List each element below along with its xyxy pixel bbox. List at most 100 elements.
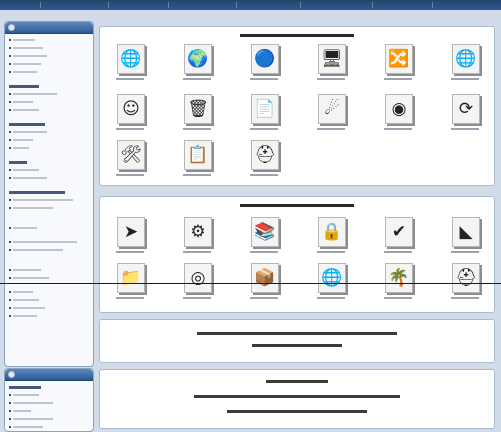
colored-balls-icon[interactable]: 🔵 bbox=[251, 44, 279, 74]
gear-star-icon[interactable]: ⚙ bbox=[184, 217, 212, 247]
module-tile[interactable]: ➤ bbox=[110, 217, 150, 261]
module-tile[interactable]: ⛑ bbox=[244, 140, 284, 184]
top-bar-divider bbox=[168, 2, 169, 8]
module-tile[interactable]: 📦 bbox=[244, 263, 284, 307]
sidebar-link[interactable] bbox=[9, 424, 89, 430]
sidebar-link[interactable] bbox=[9, 107, 89, 113]
sidebar-link[interactable] bbox=[9, 167, 89, 173]
module-tile[interactable]: 🌴 bbox=[378, 263, 418, 307]
smiley-icon[interactable]: ☺ bbox=[117, 94, 145, 124]
sidebar-heading bbox=[9, 189, 89, 195]
sidebar-link[interactable] bbox=[9, 247, 89, 253]
sidebar-link[interactable] bbox=[9, 289, 89, 295]
sidebar-link[interactable] bbox=[9, 175, 89, 181]
module-tile[interactable]: 🔒 bbox=[311, 217, 351, 261]
module-tile[interactable]: 📄 bbox=[244, 94, 284, 138]
sidebar-link[interactable] bbox=[9, 408, 89, 414]
module-tile[interactable]: 🔀 bbox=[378, 44, 418, 88]
dark-helmet-icon[interactable]: ⛑ bbox=[452, 263, 480, 293]
module-tile[interactable]: 🌐 bbox=[110, 44, 150, 88]
sidebar-link[interactable] bbox=[9, 267, 89, 273]
chart-check-icon[interactable]: ✔ bbox=[385, 217, 413, 247]
sidebar-text-placeholder bbox=[13, 109, 39, 111]
sidebar-link[interactable] bbox=[9, 205, 89, 211]
folder-icon[interactable]: 📁 bbox=[117, 263, 145, 293]
network-icon[interactable]: 🔀 bbox=[385, 44, 413, 74]
module-tile[interactable]: ⚙ bbox=[177, 217, 217, 261]
module-tile[interactable]: ☄ bbox=[311, 94, 351, 138]
module-tile[interactable]: 🗑 bbox=[177, 94, 217, 138]
sidebar-link[interactable] bbox=[9, 99, 89, 105]
module-label-placeholder bbox=[384, 78, 412, 80]
lock-users-icon[interactable]: 🔒 bbox=[318, 217, 346, 247]
palm-tree-icon[interactable]: 🌴 bbox=[385, 263, 413, 293]
module-label-placeholder bbox=[116, 297, 144, 299]
module-tile[interactable]: 📋 bbox=[177, 140, 217, 184]
sidebar-link[interactable] bbox=[9, 297, 89, 303]
arrow-box-icon[interactable]: ➤ bbox=[117, 217, 145, 247]
sidebar-text-placeholder bbox=[13, 207, 53, 209]
sidebar-link[interactable] bbox=[9, 416, 89, 422]
sidebar-link[interactable] bbox=[9, 392, 89, 398]
tools-icon[interactable]: 🛠 bbox=[117, 140, 145, 170]
module-tile[interactable]: 🔵 bbox=[244, 44, 284, 88]
web-page-icon[interactable]: 📄 bbox=[251, 94, 279, 124]
sidebar-link[interactable] bbox=[9, 313, 89, 319]
sidebar-text-placeholder bbox=[13, 291, 33, 293]
sidebar-link[interactable] bbox=[9, 400, 89, 406]
module-tile[interactable]: 🌐 bbox=[445, 44, 485, 88]
sidebar-link[interactable] bbox=[9, 53, 89, 59]
sidebar-link[interactable] bbox=[9, 37, 89, 43]
notepad-icon[interactable]: 📋 bbox=[184, 140, 212, 170]
sidebar-link[interactable] bbox=[9, 91, 89, 97]
globe-disc-icon[interactable]: ◎ bbox=[184, 263, 212, 293]
corner-chart-icon[interactable]: ◣ bbox=[452, 217, 480, 247]
sidebar-link[interactable] bbox=[9, 225, 89, 231]
administration-panel: 🌐 🌍 🔵 🖥 🔀 🌐 ☺ 🗑 📄 ☄ ◉ ⟳ 🛠 📋 ⛑ bbox=[99, 26, 495, 186]
network-globe-icon[interactable]: 🌐 bbox=[318, 263, 346, 293]
sidebar-text-placeholder bbox=[13, 402, 53, 404]
sidebar-text-placeholder bbox=[13, 71, 37, 73]
sidebar-link[interactable] bbox=[9, 145, 89, 151]
whos-online-line-1-placeholder bbox=[194, 395, 400, 398]
module-tile[interactable]: 🌍 bbox=[177, 44, 217, 88]
trash-bin-icon[interactable]: 🗑 bbox=[184, 94, 212, 124]
books-icon[interactable]: 📚 bbox=[251, 217, 279, 247]
module-tile[interactable]: ⛑ bbox=[445, 263, 485, 307]
package-icon[interactable]: 📦 bbox=[251, 263, 279, 293]
module-tile[interactable]: 🌐 bbox=[311, 263, 351, 307]
sidebar-link[interactable] bbox=[9, 45, 89, 51]
net-globe-icon[interactable]: 🌐 bbox=[452, 44, 480, 74]
logout-helmet-icon[interactable]: ⛑ bbox=[251, 140, 279, 170]
sidebar-link[interactable] bbox=[9, 61, 89, 67]
globe-people-icon[interactable]: 🌍 bbox=[184, 44, 212, 74]
workstation-icon[interactable]: 🖥 bbox=[318, 44, 346, 74]
module-tile[interactable]: ◎ bbox=[177, 263, 217, 307]
module-label-placeholder bbox=[183, 297, 211, 299]
sidebar-link[interactable] bbox=[9, 239, 89, 245]
refresh-globe-icon[interactable]: ⟳ bbox=[452, 94, 480, 124]
sidebar-text-placeholder bbox=[13, 101, 33, 103]
web-globe-icon[interactable]: ◉ bbox=[385, 94, 413, 124]
sidebar-link[interactable] bbox=[9, 305, 89, 311]
module-tile[interactable]: 🖥 bbox=[311, 44, 351, 88]
module-tile[interactable]: 📚 bbox=[244, 217, 284, 261]
sidebar-link[interactable] bbox=[9, 129, 89, 135]
sidebar-link[interactable] bbox=[9, 197, 89, 203]
module-tile[interactable]: ⟳ bbox=[445, 94, 485, 138]
module-tile[interactable]: ◣ bbox=[445, 217, 485, 261]
module-tile[interactable]: 📁 bbox=[110, 263, 150, 307]
info-icon bbox=[8, 24, 15, 31]
module-tile[interactable]: 🛠 bbox=[110, 140, 150, 184]
module-tile[interactable]: ✔ bbox=[378, 217, 418, 261]
module-tile[interactable]: ◉ bbox=[378, 94, 418, 138]
module-tile[interactable]: ☺ bbox=[110, 94, 150, 138]
globe-puzzle-icon[interactable]: 🌐 bbox=[117, 44, 145, 74]
sidebar-link[interactable] bbox=[9, 275, 89, 281]
sidebar-heading bbox=[9, 121, 89, 127]
sidebar-link[interactable] bbox=[9, 69, 89, 75]
meteor-icon[interactable]: ☄ bbox=[318, 94, 346, 124]
sidebar-link[interactable] bbox=[9, 137, 89, 143]
